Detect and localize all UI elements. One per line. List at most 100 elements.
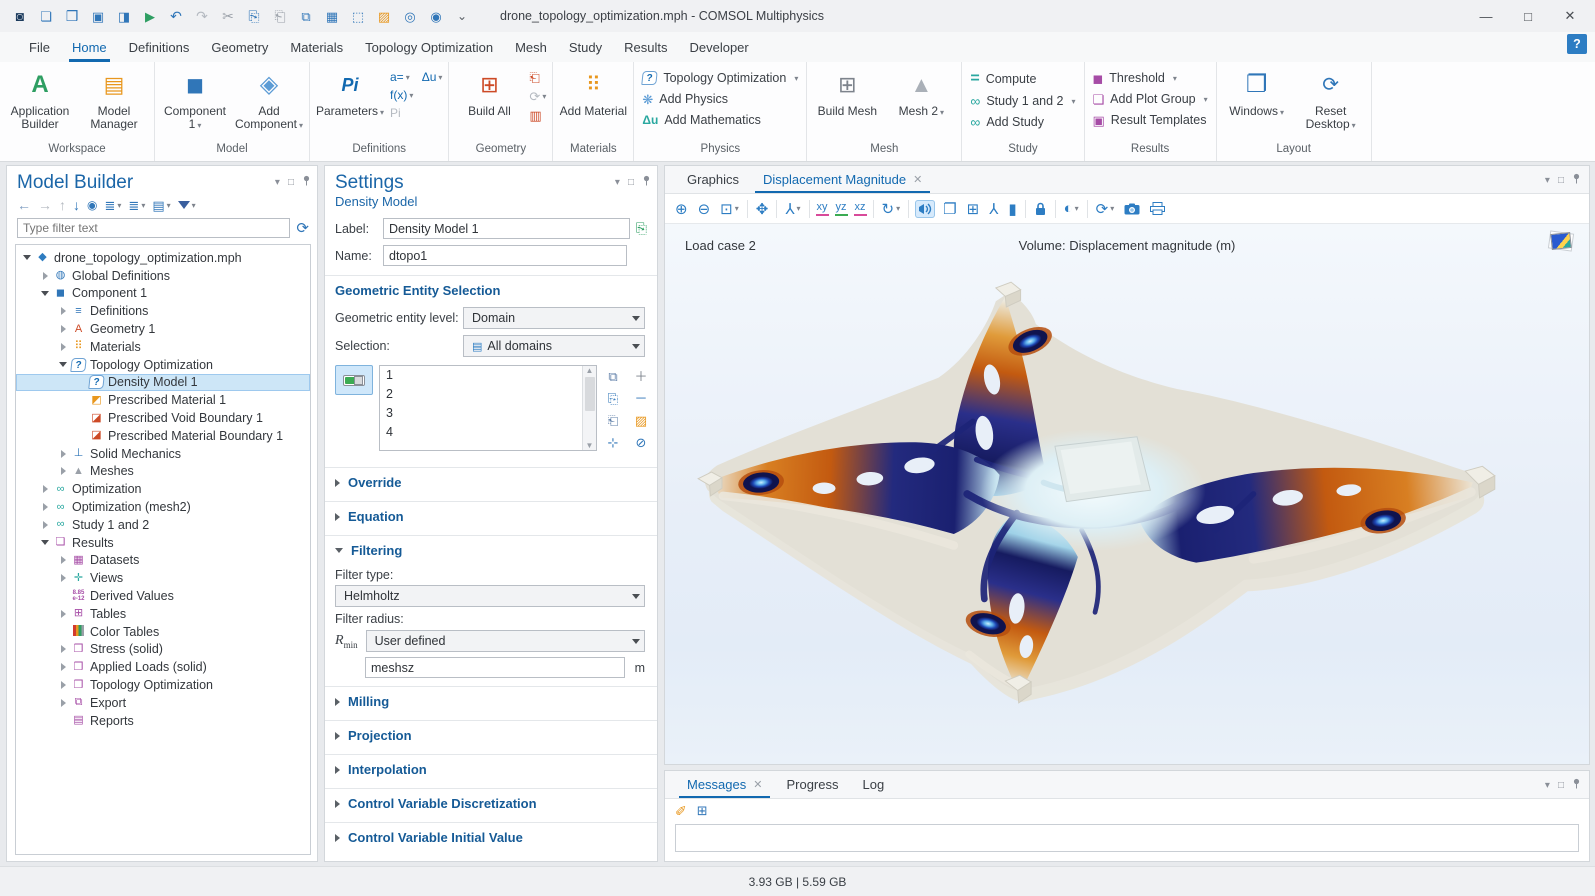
section-filtering[interactable]: Filtering <box>325 536 657 563</box>
copy[interactable]: ⎘ <box>242 4 266 28</box>
tree-item-optimization[interactable]: ∞Optimization <box>16 480 310 498</box>
panel-float-icon[interactable]: □ <box>1558 780 1564 791</box>
preview-selected[interactable]: ◉ <box>424 4 448 28</box>
view-xy-button[interactable]: xy <box>816 201 829 216</box>
selection-list-scrollbar[interactable]: ▲▼ <box>582 366 596 450</box>
tree-item-meshes[interactable]: ▲Meshes <box>16 463 310 481</box>
section-control-variable-discretization[interactable]: Control Variable Discretization <box>325 789 657 816</box>
graphics-tab-displacement-magnitude[interactable]: Displacement Magnitude✕ <box>751 166 934 193</box>
redo[interactable]: ↷ <box>190 4 214 28</box>
appearance-icon[interactable]: ◐▾ <box>1062 198 1081 219</box>
tree-expander[interactable] <box>56 681 70 689</box>
section-interpolation[interactable]: Interpolation <box>325 755 657 782</box>
panel-pin-icon[interactable] <box>302 175 311 189</box>
cut[interactable]: ✂ <box>216 4 240 28</box>
close-tab-icon[interactable]: ✕ <box>913 173 922 186</box>
panel-pin-icon[interactable] <box>1572 173 1581 187</box>
toolbar-overflow[interactable]: ⌄ <box>450 4 474 28</box>
tree-expander[interactable] <box>56 362 70 367</box>
ribbon-application-builder[interactable]: AApplication Builder <box>4 64 76 138</box>
maximize-button[interactable]: □ <box>1507 2 1549 30</box>
zoom-in-icon[interactable]: ⊕ <box>673 198 690 220</box>
ribbon-add-study[interactable]: ∞Add Study <box>966 114 1079 130</box>
camera-icon[interactable] <box>1122 201 1142 217</box>
menu-results[interactable]: Results <box>613 32 678 62</box>
tree-filter-input[interactable] <box>17 218 290 238</box>
ribbon-compute[interactable]: =Compute <box>966 70 1079 88</box>
panel-pin-icon[interactable] <box>1572 778 1581 792</box>
save-as[interactable]: ◨ <box>112 4 136 28</box>
messages-tab-progress[interactable]: Progress <box>774 771 850 798</box>
menu-mesh[interactable]: Mesh <box>504 32 558 62</box>
tree-item-topology-optimization[interactable]: ❒Topology Optimization <box>16 676 310 694</box>
ribbon-pi-gray[interactable]: Pi <box>388 106 403 120</box>
move-down-icon[interactable]: ↓ <box>73 198 80 212</box>
menu-developer[interactable]: Developer <box>678 32 759 62</box>
update-icon[interactable]: ⟳▾ <box>1094 198 1117 220</box>
section-milling[interactable]: Milling <box>325 687 657 714</box>
minimize-button[interactable]: — <box>1465 2 1507 30</box>
refresh-icon[interactable]: ⟳ <box>296 219 309 237</box>
panel-menu-icon[interactable]: ▾ <box>1545 780 1550 791</box>
panel-menu-icon[interactable]: ▾ <box>1545 175 1550 186</box>
panel-pin-icon[interactable] <box>642 175 651 189</box>
view-xz-button[interactable]: xz <box>854 201 867 216</box>
panel-float-icon[interactable]: □ <box>628 177 634 188</box>
ribbon-add-physics[interactable]: ❋Add Physics <box>638 91 802 107</box>
ribbon-topology-optimization[interactable]: ?Topology Optimization▾ <box>638 70 802 86</box>
ribbon-import-geom[interactable]: ⎗ <box>527 70 541 85</box>
clear-messages-icon[interactable]: ✐ <box>675 804 687 819</box>
panel-menu-icon[interactable]: ▾ <box>615 177 620 188</box>
tree-expander[interactable] <box>56 467 70 475</box>
zoom-extents-icon[interactable]: ✥ <box>754 198 771 220</box>
rmin-combo[interactable]: User defined <box>366 630 645 652</box>
panel-menu-icon[interactable]: ▾ <box>275 177 280 188</box>
ribbon-threshold[interactable]: ◼Threshold▾ <box>1089 70 1212 86</box>
ribbon-add-mathematics[interactable]: ΔuAdd Mathematics <box>638 112 802 128</box>
selection-list-item[interactable]: 3 <box>386 406 576 425</box>
geometric-entity-level-combo[interactable]: Domain <box>463 307 645 329</box>
close-tab-icon[interactable]: ✕ <box>753 778 762 791</box>
copy-selection-icon[interactable]: ⎘ <box>608 391 618 406</box>
suppress-selection-icon[interactable]: ⊘ <box>636 435 647 450</box>
tree-expander[interactable] <box>38 521 52 529</box>
ribbon-fence[interactable]: ▥ <box>527 108 543 123</box>
ribbon-add-component[interactable]: ◈Add Component▾ <box>233 64 305 138</box>
forward-icon[interactable]: → <box>38 198 52 212</box>
back-icon[interactable]: ← <box>17 198 31 212</box>
ribbon-reuse[interactable]: ⟳▾ <box>527 89 548 104</box>
clear-selection[interactable]: ▨ <box>372 4 396 28</box>
delete[interactable]: ▦ <box>320 4 344 28</box>
ribbon-build-all[interactable]: ⊞Build All <box>453 64 525 138</box>
color-legend-icon[interactable]: ▮ <box>1006 198 1018 220</box>
tree-item-optimization-mesh2-[interactable]: ∞Optimization (mesh2) <box>16 498 310 516</box>
section-geometric-entity-selection[interactable]: Geometric Entity Selection <box>325 276 657 303</box>
section-equation[interactable]: Equation <box>325 502 657 529</box>
tree-item-definitions[interactable]: ≡Definitions <box>16 302 310 320</box>
run[interactable]: ▶ <box>138 4 162 28</box>
show-icon[interactable]: ◉ <box>87 199 97 211</box>
select-region[interactable]: ⬚ <box>346 4 370 28</box>
tree-expander[interactable] <box>56 343 70 351</box>
ribbon-windows[interactable]: ❐Windows▾ <box>1221 64 1293 138</box>
tree-item-datasets[interactable]: ▦Datasets <box>16 552 310 570</box>
filter-type-combo[interactable]: Helmholtz <box>335 585 645 607</box>
menu-topology-optimization[interactable]: Topology Optimization <box>354 32 504 62</box>
section-control-variable-initial-value[interactable]: Control Variable Initial Value <box>325 823 657 850</box>
selection-combo[interactable]: ▤All domains <box>463 335 645 357</box>
tree-item-views[interactable]: ✛Views <box>16 569 310 587</box>
tree-expander[interactable] <box>56 574 70 582</box>
tree-item-prescribed-void-boundary-1[interactable]: ◪Prescribed Void Boundary 1 <box>16 409 310 427</box>
ribbon-add-material[interactable]: ⠿Add Material <box>557 64 629 138</box>
new-file[interactable]: ❏ <box>34 4 58 28</box>
paste[interactable]: ⎗ <box>268 4 292 28</box>
ribbon-add-plot-group[interactable]: ❏Add Plot Group▾ <box>1089 91 1212 107</box>
graphics-tab-graphics[interactable]: Graphics <box>675 166 751 193</box>
open[interactable]: ❒ <box>60 4 84 28</box>
tree-item-tables[interactable]: ⊞Tables <box>16 605 310 623</box>
tree-item-stress-solid-[interactable]: ❒Stress (solid) <box>16 641 310 659</box>
collapse-tree-icon[interactable]: ≣▾ <box>128 199 145 212</box>
messages-tab-messages[interactable]: Messages✕ <box>675 771 774 798</box>
tree-item-study-1-and-2[interactable]: ∞Study 1 and 2 <box>16 516 310 534</box>
undo[interactable]: ↶ <box>164 4 188 28</box>
